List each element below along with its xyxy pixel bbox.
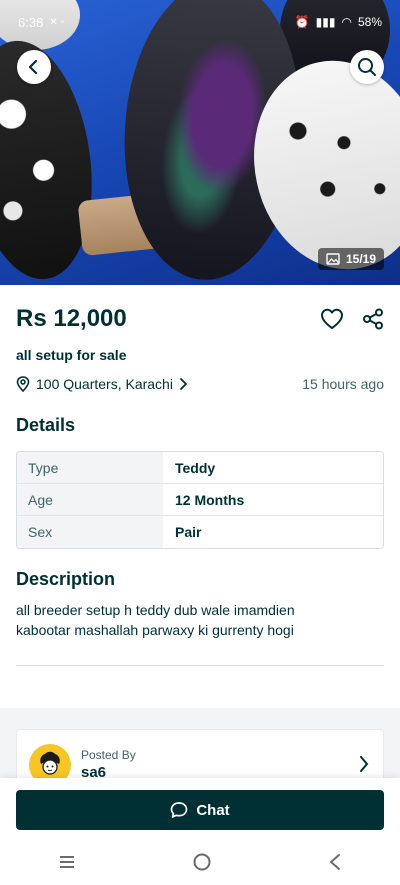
image-counter-text: 15/19 [345, 252, 376, 266]
notification-icon: ✕ ▫ [49, 16, 65, 28]
listing-price: Rs 12,000 [16, 305, 127, 332]
details-row-age: Age 12 Months [17, 484, 383, 516]
details-value: 12 Months [175, 491, 245, 508]
description-text: all breeder setup h teddy dub wale imamd… [16, 602, 295, 638]
posted-time: 15 hours ago [302, 376, 384, 392]
description-heading: Description [16, 569, 116, 589]
details-row-sex: Sex Pair [17, 516, 383, 548]
details-value: Pair [175, 524, 202, 540]
status-bar: 6:38 ✕ ▫ ⏰ ▮▮▮ ◠ 58% [0, 0, 400, 44]
listing-title: all setup for sale [16, 347, 127, 363]
image-counter: 15/19 [317, 248, 384, 270]
image-icon [326, 253, 340, 265]
system-back-icon[interactable] [328, 853, 342, 871]
listing-meta: 100 Quarters, Karachi 15 hours ago [16, 376, 384, 392]
chevron-right-icon [180, 378, 187, 390]
details-key: Type [17, 452, 163, 483]
chevron-left-icon [28, 59, 38, 75]
details-key: Sex [17, 516, 163, 548]
location-text: 100 Quarters, Karachi [36, 376, 173, 392]
details-value: Teddy [175, 459, 216, 476]
location-link[interactable]: 100 Quarters, Karachi [16, 376, 187, 392]
divider [16, 665, 384, 666]
recent-apps-icon[interactable] [58, 855, 76, 869]
search-button[interactable] [350, 50, 384, 84]
share-icon[interactable] [362, 308, 384, 330]
price-row: Rs 12,000 [16, 305, 384, 333]
bottom-action-bar: Chat [0, 778, 400, 838]
user-avatar-icon [40, 751, 60, 775]
chevron-right-icon [360, 756, 369, 772]
chat-bubble-icon [170, 802, 188, 818]
signal-icon: ▮▮▮ [315, 15, 336, 29]
details-heading: Details [16, 415, 76, 435]
location-pin-icon [16, 376, 30, 392]
chat-button-label: Chat [196, 801, 230, 819]
back-button[interactable] [17, 50, 51, 84]
wifi-icon: ◠ [341, 15, 352, 29]
listing-photo[interactable]: 6:38 ✕ ▫ ⏰ ▮▮▮ ◠ 58% 15/19 [0, 0, 400, 285]
home-icon[interactable] [192, 852, 212, 872]
system-nav-bar [0, 838, 400, 885]
chat-button[interactable]: Chat [16, 790, 384, 830]
alarm-icon: ⏰ [294, 15, 310, 29]
heart-icon[interactable] [320, 308, 344, 330]
details-key: Age [17, 484, 163, 515]
details-table: Type Teddy Age 12 Months Sex Pair [16, 451, 384, 549]
status-time: 6:38 [18, 14, 44, 30]
search-icon [358, 58, 376, 76]
battery-level: 58% [357, 15, 382, 29]
posted-by-label: Posted By [81, 748, 136, 762]
details-row-type: Type Teddy [17, 452, 383, 484]
